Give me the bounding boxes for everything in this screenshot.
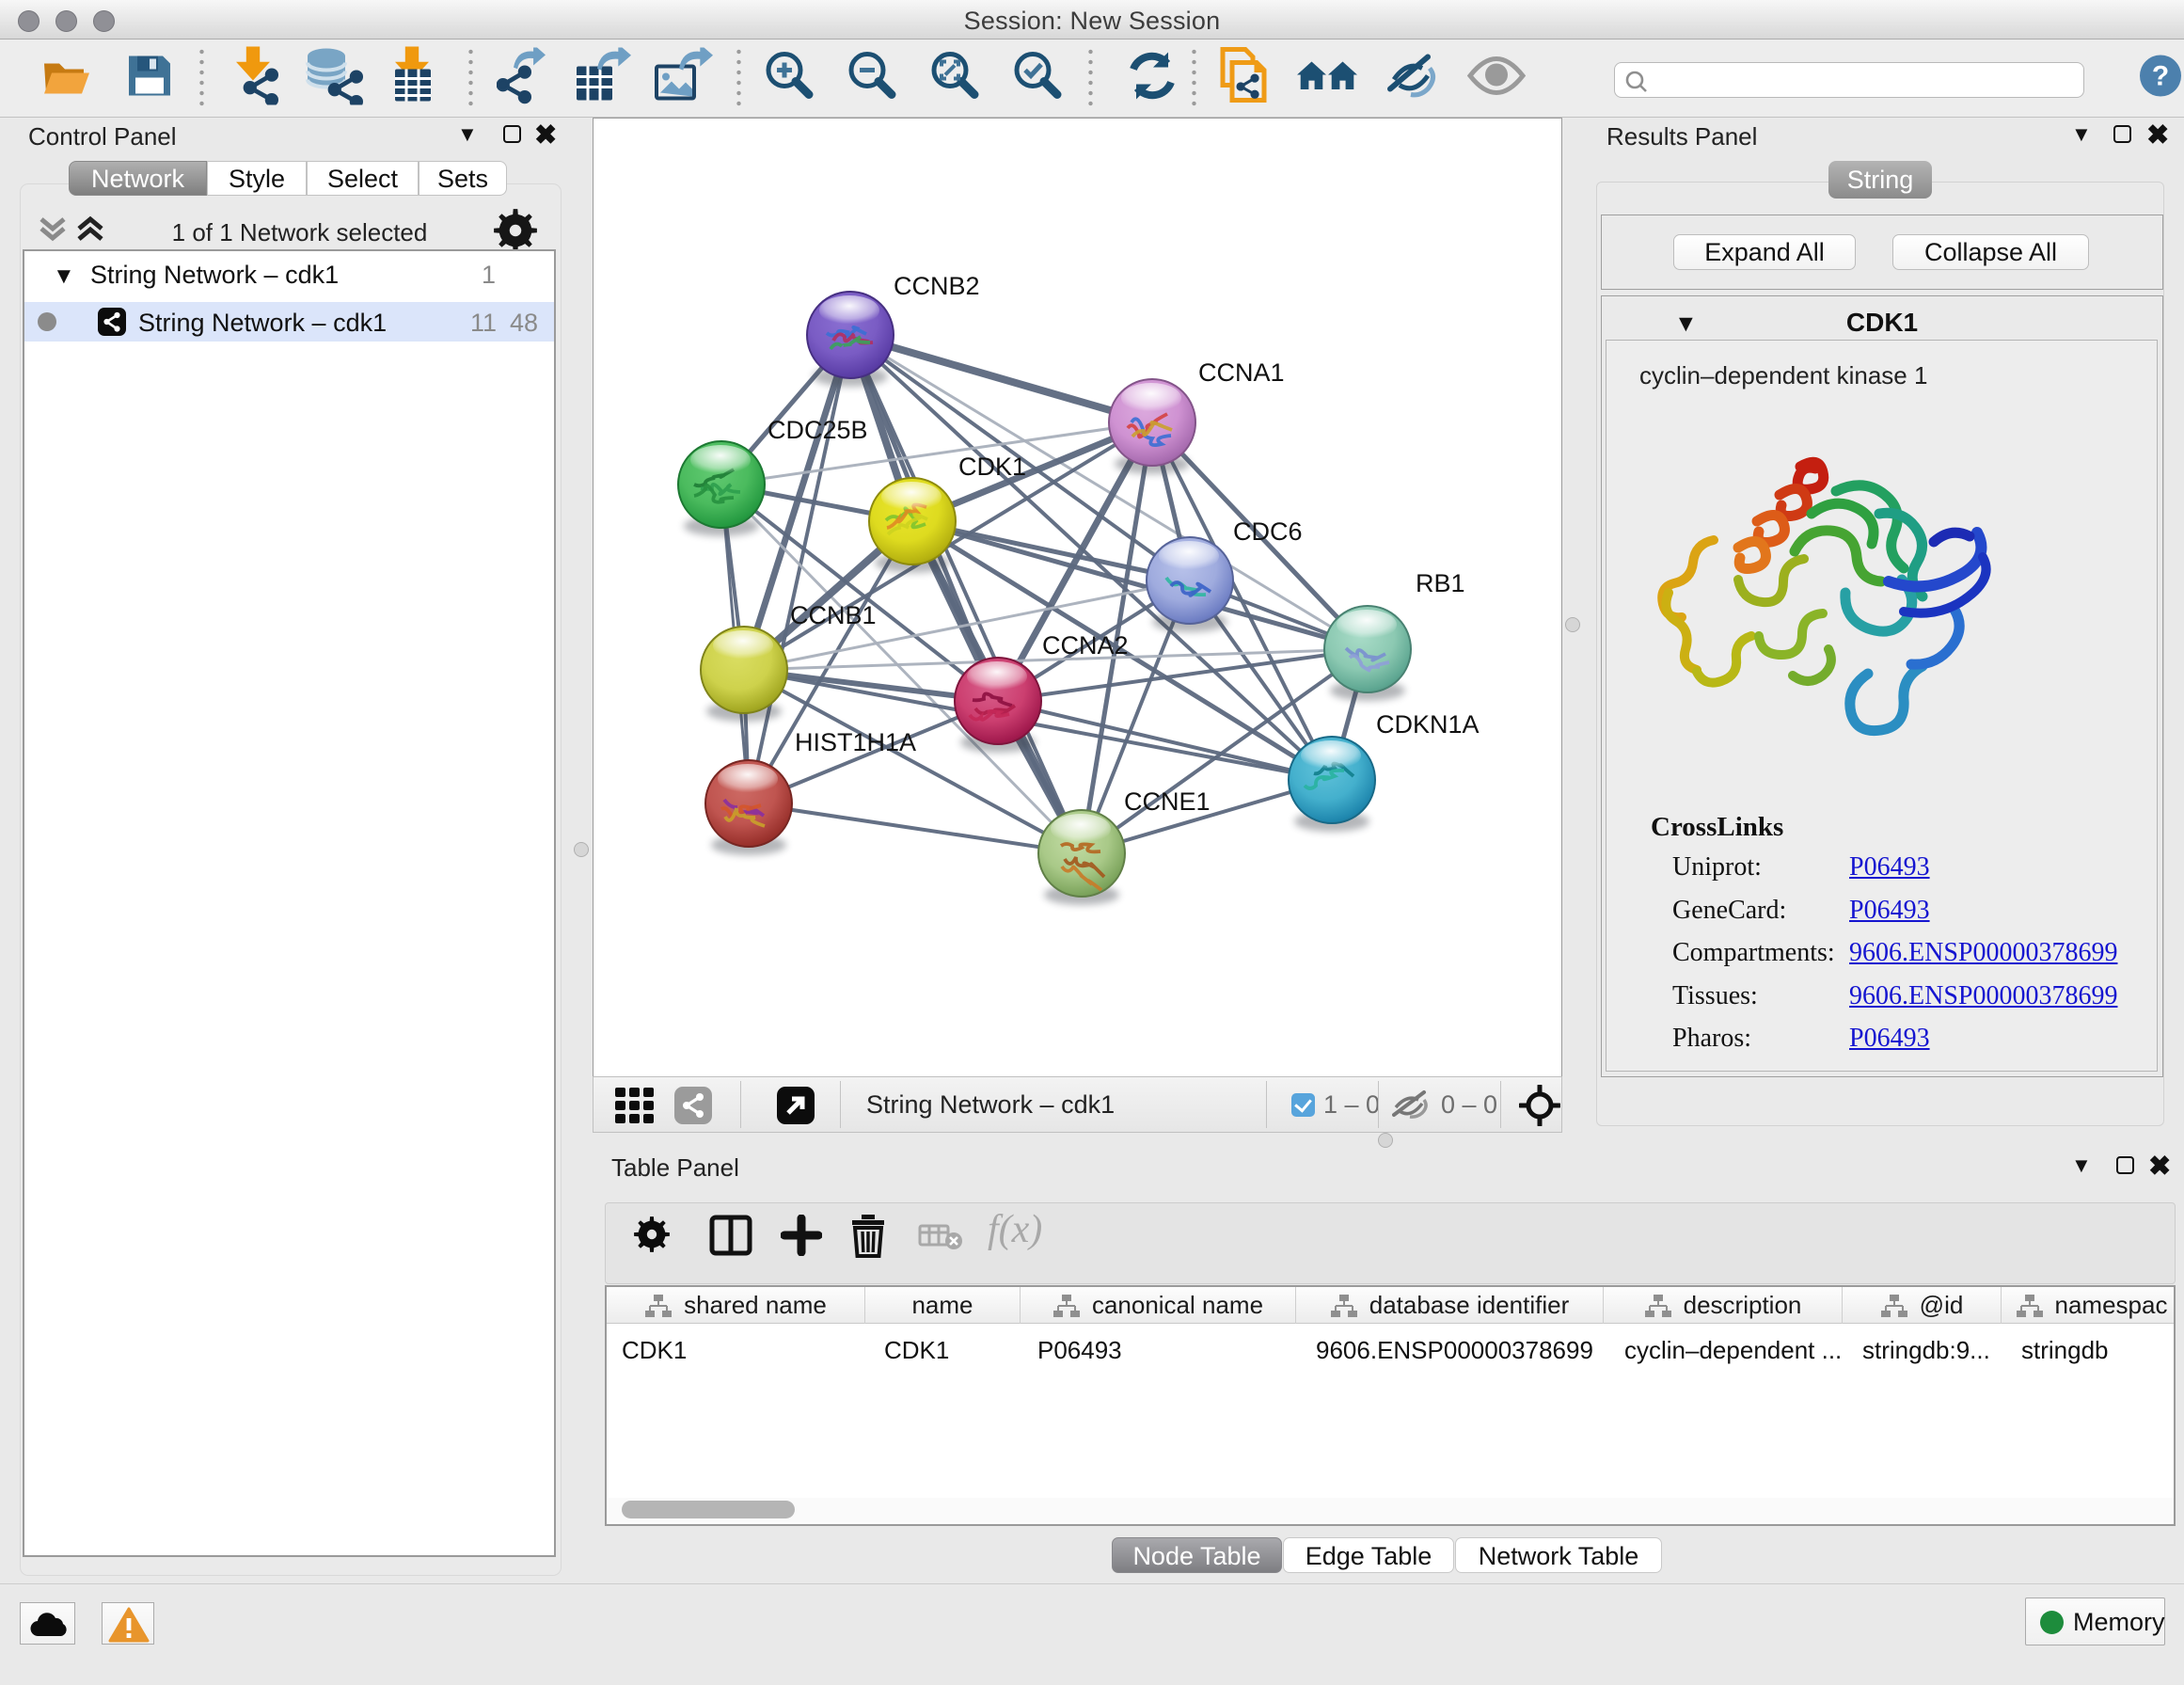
svg-text:CCNA2: CCNA2 [1042, 631, 1129, 660]
svg-text:CCNE1: CCNE1 [1124, 787, 1211, 816]
svg-text:RB1: RB1 [1416, 569, 1465, 597]
svg-text:CDC6: CDC6 [1233, 517, 1303, 546]
svg-text:?: ? [2152, 61, 2169, 92]
svg-text:HIST1H1A: HIST1H1A [795, 728, 916, 756]
svg-text:CCNB2: CCNB2 [894, 272, 980, 300]
svg-text:CDC25B: CDC25B [768, 416, 868, 444]
svg-text:CDKN1A: CDKN1A [1376, 710, 1480, 739]
svg-text:CDK1: CDK1 [958, 453, 1026, 481]
svg-text:CCNA1: CCNA1 [1198, 358, 1285, 387]
svg-text:CCNB1: CCNB1 [790, 601, 877, 629]
